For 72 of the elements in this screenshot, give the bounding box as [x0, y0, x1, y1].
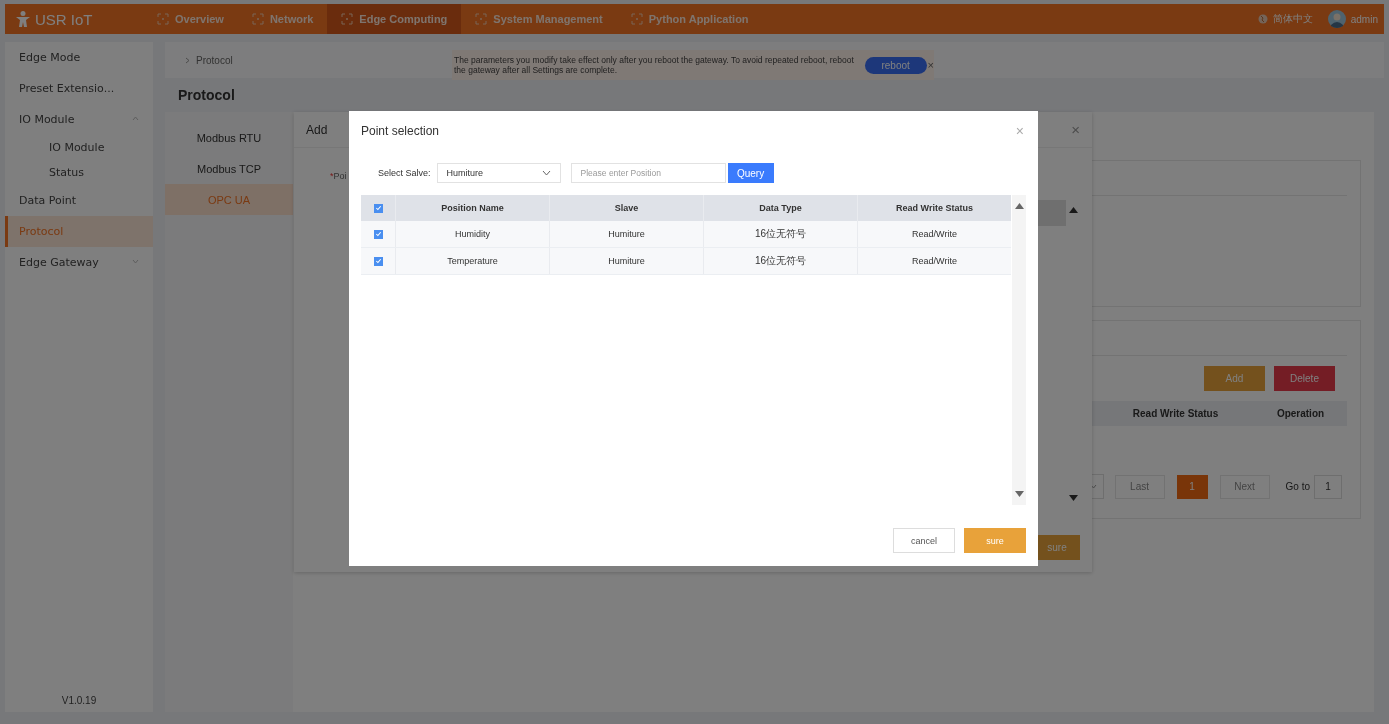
checkbox[interactable] [373, 229, 383, 239]
nav-tab[interactable]: System Management [461, 4, 617, 34]
delete-button[interactable]: Delete [1274, 366, 1335, 391]
add-button[interactable]: Add [1204, 366, 1265, 391]
focus-icon [630, 13, 643, 25]
slave-select[interactable]: Humiture [436, 163, 561, 183]
scroll-down-icon[interactable] [1069, 495, 1078, 501]
caret-icon [541, 170, 551, 176]
query-button[interactable]: Query [727, 163, 774, 183]
sidebar-item[interactable]: IO Module [5, 104, 153, 135]
reboot-button[interactable]: reboot [864, 56, 927, 74]
previous-page-button[interactable]: Last [1114, 474, 1165, 499]
focus-icon [341, 13, 354, 25]
next-page-button[interactable]: Next [1219, 474, 1270, 499]
table-cell: Read/Write [857, 248, 1011, 274]
scroll-up-icon[interactable] [1014, 203, 1024, 209]
sidebar-item[interactable]: IO Module [5, 135, 153, 160]
column-header: Read Write Status [1131, 408, 1220, 419]
nav-tab[interactable]: Edge Computing [327, 4, 462, 34]
table-cell: Humiture [549, 221, 703, 247]
page-button[interactable]: 1 [1176, 474, 1208, 499]
focus-icon [251, 13, 264, 25]
sure-button[interactable]: sure [964, 528, 1026, 553]
dialog-title: Point selection [361, 124, 440, 138]
sidebar-item[interactable]: Preset Extensio... [5, 73, 153, 104]
close-icon[interactable]: × [927, 59, 934, 71]
table-cell: Temperature [395, 248, 549, 274]
sidebar-item[interactable]: Edge Mode [5, 42, 153, 73]
table-cell: 16位无符号 [703, 248, 857, 274]
scroll-down-icon[interactable] [1014, 491, 1024, 497]
language-label[interactable]: 简体中文 [1272, 12, 1313, 26]
scrollbar[interactable] [1012, 195, 1026, 505]
nav-tab[interactable]: Overview [143, 4, 238, 34]
version-label: V1.0.19 [60, 695, 98, 708]
focus-icon [157, 13, 169, 25]
avatar-icon[interactable] [1327, 10, 1346, 28]
close-icon[interactable]: × [1015, 123, 1024, 139]
protocol-tab[interactable]: OPC UA [165, 184, 293, 215]
username[interactable]: admin [1350, 13, 1378, 25]
scroll-up-icon[interactable] [1069, 207, 1078, 213]
protocol-tab[interactable]: Modbus TCP [165, 153, 293, 184]
page-title: Protocol [177, 86, 236, 105]
checkbox[interactable] [373, 256, 383, 266]
chevron-icon [185, 56, 190, 64]
table-cell: Humidity [395, 221, 549, 247]
sidebar-item[interactable]: Data Point [5, 185, 153, 216]
table-cell: Humiture [549, 248, 703, 274]
close-icon[interactable]: × [1071, 121, 1080, 138]
robot-logo-icon [14, 10, 32, 28]
goto-label: Go to [1285, 481, 1310, 492]
table-cell: Read/Write [857, 221, 1011, 247]
sidebar-item[interactable]: Edge Gateway [5, 247, 153, 278]
sidebar-item[interactable]: Protocol [5, 216, 153, 247]
nav-tab[interactable]: Python Application [616, 4, 763, 34]
table-cell: 16位无符号 [703, 221, 857, 247]
field-label: *Poi [330, 171, 347, 181]
goto-page-field[interactable]: 1 [1314, 474, 1342, 499]
slave-label: Select Salve: [378, 168, 431, 178]
notice-text: The parameters you modify take effect only after you reboot the gateway. To avoid repeated reboot, reboot the gateway after all Settings are complete. [454, 55, 855, 75]
protocol-tab[interactable]: Modbus RTU [165, 122, 293, 153]
globe-icon [1257, 14, 1268, 24]
column-header: Operation [1275, 408, 1326, 419]
nav-tab[interactable]: Network [237, 4, 328, 34]
position-search-field[interactable]: Please enter Position [570, 163, 726, 183]
sidebar-item[interactable]: Status [5, 160, 153, 185]
caret-icon [1090, 484, 1098, 489]
focus-icon [475, 13, 488, 25]
dialog-title: Add [306, 122, 328, 137]
checkbox[interactable] [373, 203, 383, 213]
cancel-button[interactable]: cancel [893, 528, 955, 553]
breadcrumb-link[interactable]: Protocol [196, 54, 233, 66]
logo-text: USR IoT [35, 10, 93, 28]
